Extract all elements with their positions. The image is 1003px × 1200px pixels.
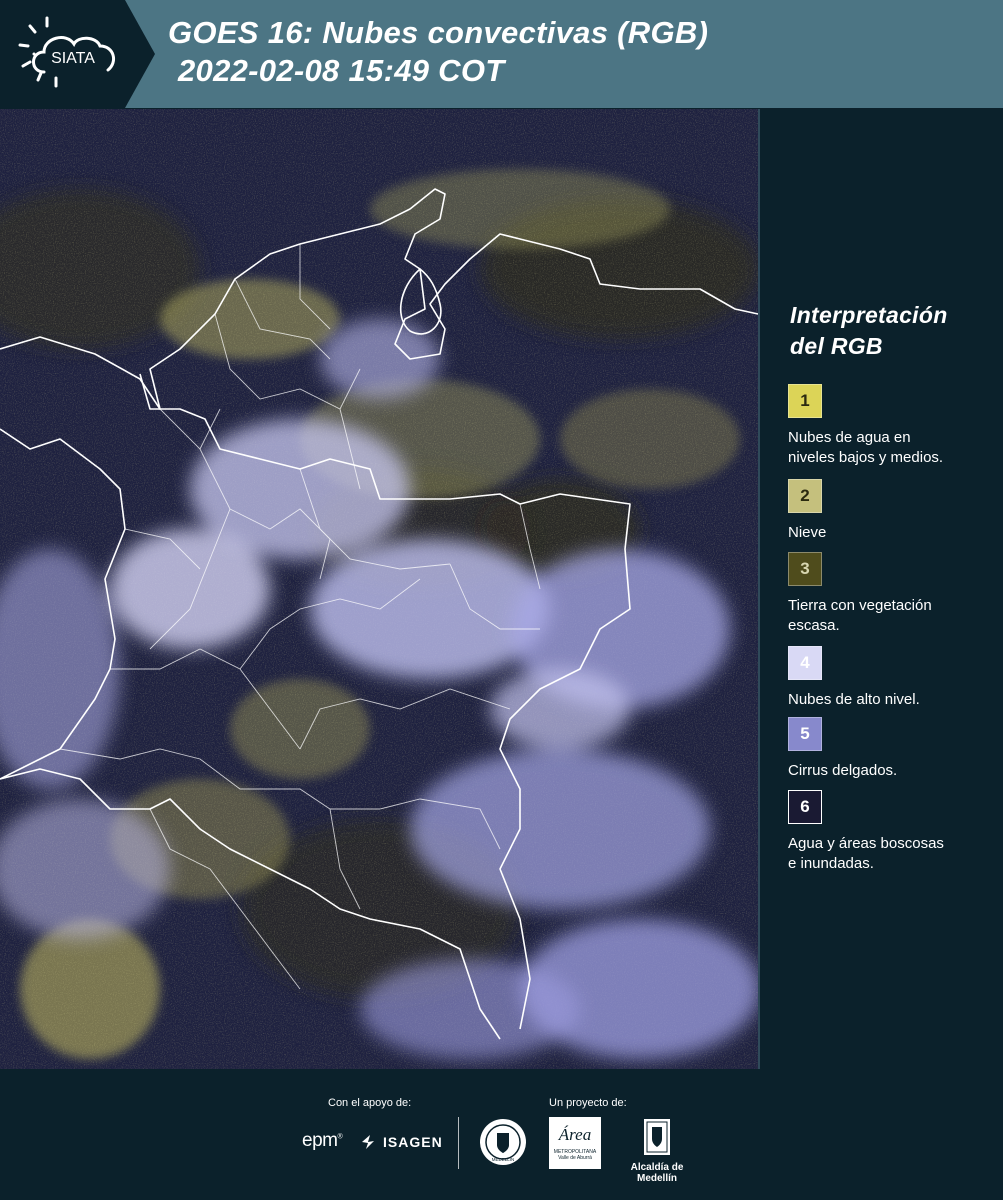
support-label: Con el apoyo de: [328, 1097, 412, 1109]
legend-label-1-line-1: Nubes de agua en [788, 429, 911, 446]
seal-icon: MEDELLÍN [480, 1119, 526, 1165]
logo-text: SIATA [51, 50, 95, 67]
legend-item-6: 6 Agua y áreas boscosas e inundadas. [788, 790, 988, 874]
legend-label-6-line-1: Agua y áreas boscosas [788, 835, 944, 852]
satellite-map-icon [0, 109, 758, 1069]
alcaldia-logo-text: Alcaldía de Medellín [630, 1162, 684, 1184]
legend-item-2: 2 Nieve [788, 479, 988, 543]
legend-label-2-line-1: Nieve [788, 524, 827, 541]
footer: Con el apoyo de: Un proyecto de: epm® IS… [0, 1069, 1003, 1200]
siata-logo[interactable]: SIATA [0, 0, 155, 108]
alcaldia-shield-icon [644, 1119, 670, 1155]
legend-label-2: Nieve [788, 523, 988, 543]
logo-panel-icon: SIATA [0, 0, 155, 108]
legend-label-5: Cirrus delgados. [788, 761, 988, 781]
legend-swatch-2: 2 [788, 479, 822, 513]
epm-logo[interactable]: epm® [302, 1130, 343, 1152]
legend-title-line-2: del RGB [790, 333, 883, 359]
area-metropolitana-logo[interactable]: Área METROPOLITANA Valle de Aburrá [549, 1117, 601, 1169]
legend-label-6-line-2: e inundadas. [788, 855, 874, 872]
legend-item-3: 3 Tierra con vegetación escasa. [788, 552, 988, 636]
legend-swatch-1: 1 [788, 384, 822, 418]
area-sub-2: Valle de Aburrá [558, 1155, 592, 1161]
legend-label-4: Nubes de alto nivel. [788, 690, 988, 710]
medellin-seal[interactable]: MEDELLÍN [478, 1117, 528, 1172]
legend-label-5-line-1: Cirrus delgados. [788, 762, 898, 779]
legend-swatch-5: 5 [788, 717, 822, 751]
legend-label-6: Agua y áreas boscosas e inundadas. [788, 834, 988, 874]
satellite-map[interactable] [0, 109, 758, 1069]
isagen-logo-text: ISAGEN [383, 1134, 443, 1150]
legend-swatch-3: 3 [788, 552, 822, 586]
header-bar: SIATA GOES 16: Nubes convectivas (RGB) 2… [0, 0, 1003, 108]
seal-label: MEDELLÍN [492, 1156, 515, 1162]
legend-title-line-1: Interpretación [790, 302, 948, 328]
title-line-1: GOES 16: Nubes convectivas (RGB) [168, 15, 709, 50]
legend-item-1: 1 Nubes de agua en niveles bajos y medio… [788, 384, 988, 468]
epm-logo-text: epm [302, 1130, 338, 1151]
footer-divider [458, 1117, 459, 1169]
legend-label-3-line-2: escasa. [788, 617, 840, 634]
project-label: Un proyecto de: [549, 1097, 627, 1109]
map-right-border [758, 109, 760, 1069]
legend-item-4: 4 Nubes de alto nivel. [788, 646, 988, 710]
legend-title: Interpretación del RGB [790, 300, 948, 362]
area-logo-text: Área [558, 1125, 592, 1144]
isagen-logo[interactable]: ISAGEN [360, 1133, 443, 1151]
isagen-icon [362, 1135, 374, 1149]
legend-label-4-line-1: Nubes de alto nivel. [788, 691, 920, 708]
legend-label-3-line-1: Tierra con vegetación [788, 597, 932, 614]
legend-label-3: Tierra con vegetación escasa. [788, 596, 988, 636]
legend-label-1-line-2: niveles bajos y medios. [788, 449, 944, 466]
legend-label-1: Nubes de agua en niveles bajos y medios. [788, 428, 988, 468]
legend-swatch-4: 4 [788, 646, 822, 680]
title-line-2: 2022-02-08 15:49 COT [178, 53, 505, 88]
legend-item-5: 5 Cirrus delgados. [788, 717, 988, 781]
legend-swatch-6: 6 [788, 790, 822, 824]
alcaldia-logo[interactable]: Alcaldía de Medellín [612, 1117, 702, 1184]
page-title: GOES 16: Nubes convectivas (RGB) 2022-02… [168, 14, 708, 90]
